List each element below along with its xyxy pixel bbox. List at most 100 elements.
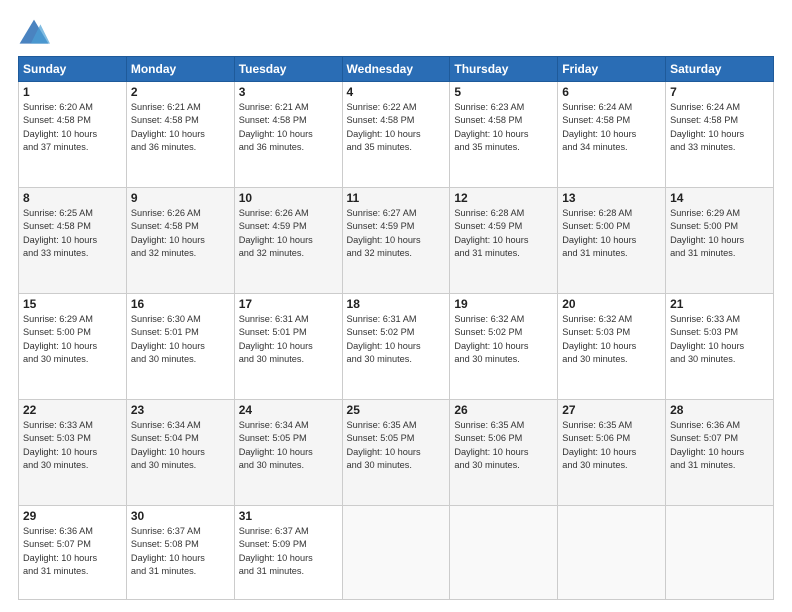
day-info: Sunrise: 6:26 AM Sunset: 4:59 PM Dayligh… bbox=[239, 207, 338, 260]
calendar-cell: 20 Sunrise: 6:32 AM Sunset: 5:03 PM Dayli… bbox=[558, 294, 666, 400]
day-number: 12 bbox=[454, 191, 553, 205]
day-info: Sunrise: 6:24 AM Sunset: 4:58 PM Dayligh… bbox=[562, 101, 661, 154]
calendar-cell: 11 Sunrise: 6:27 AM Sunset: 4:59 PM Dayli… bbox=[342, 188, 450, 294]
header bbox=[18, 18, 774, 46]
day-info: Sunrise: 6:32 AM Sunset: 5:02 PM Dayligh… bbox=[454, 313, 553, 366]
day-number: 19 bbox=[454, 297, 553, 311]
calendar-cell: 31 Sunrise: 6:37 AM Sunset: 5:09 PM Dayli… bbox=[234, 506, 342, 600]
day-number: 17 bbox=[239, 297, 338, 311]
day-number: 4 bbox=[347, 85, 446, 99]
calendar-cell: 4 Sunrise: 6:22 AM Sunset: 4:58 PM Daylig… bbox=[342, 82, 450, 188]
day-info: Sunrise: 6:32 AM Sunset: 5:03 PM Dayligh… bbox=[562, 313, 661, 366]
day-info: Sunrise: 6:34 AM Sunset: 5:04 PM Dayligh… bbox=[131, 419, 230, 472]
day-info: Sunrise: 6:28 AM Sunset: 4:59 PM Dayligh… bbox=[454, 207, 553, 260]
calendar-cell: 8Sunrise: 6:25 AM Sunset: 4:58 PM Daylig… bbox=[19, 188, 127, 294]
calendar-cell: 10Sunrise: 6:26 AM Sunset: 4:59 PM Dayli… bbox=[234, 188, 342, 294]
day-of-week-header: Friday bbox=[558, 57, 666, 82]
calendar-cell: 19 Sunrise: 6:32 AM Sunset: 5:02 PM Dayli… bbox=[450, 294, 558, 400]
day-info: Sunrise: 6:31 AM Sunset: 5:01 PM Dayligh… bbox=[239, 313, 338, 366]
calendar-cell: 15 Sunrise: 6:29 AM Sunset: 5:00 PM Dayli… bbox=[19, 294, 127, 400]
day-number: 9 bbox=[131, 191, 230, 205]
day-number: 28 bbox=[670, 403, 769, 417]
calendar-cell bbox=[342, 506, 450, 600]
day-number: 25 bbox=[347, 403, 446, 417]
day-number: 27 bbox=[562, 403, 661, 417]
day-info: Sunrise: 6:21 AM Sunset: 4:58 PM Dayligh… bbox=[239, 101, 338, 154]
calendar-cell: 24 Sunrise: 6:34 AM Sunset: 5:05 PM Dayli… bbox=[234, 400, 342, 506]
calendar-cell: 7 Sunrise: 6:24 AM Sunset: 4:58 PM Daylig… bbox=[666, 82, 774, 188]
day-of-week-header: Sunday bbox=[19, 57, 127, 82]
day-info: Sunrise: 6:20 AM Sunset: 4:58 PM Dayligh… bbox=[23, 101, 122, 154]
calendar-cell: 2 Sunrise: 6:21 AM Sunset: 4:58 PM Daylig… bbox=[126, 82, 234, 188]
day-number: 24 bbox=[239, 403, 338, 417]
day-info: Sunrise: 6:22 AM Sunset: 4:58 PM Dayligh… bbox=[347, 101, 446, 154]
day-info: Sunrise: 6:37 AM Sunset: 5:08 PM Dayligh… bbox=[131, 525, 230, 578]
calendar-cell: 6 Sunrise: 6:24 AM Sunset: 4:58 PM Daylig… bbox=[558, 82, 666, 188]
calendar-table: SundayMondayTuesdayWednesdayThursdayFrid… bbox=[18, 56, 774, 600]
day-info: Sunrise: 6:37 AM Sunset: 5:09 PM Dayligh… bbox=[239, 525, 338, 578]
calendar-cell: 3 Sunrise: 6:21 AM Sunset: 4:58 PM Daylig… bbox=[234, 82, 342, 188]
day-info: Sunrise: 6:21 AM Sunset: 4:58 PM Dayligh… bbox=[131, 101, 230, 154]
calendar-cell: 18 Sunrise: 6:31 AM Sunset: 5:02 PM Dayli… bbox=[342, 294, 450, 400]
day-number: 29 bbox=[23, 509, 122, 523]
calendar-cell: 12 Sunrise: 6:28 AM Sunset: 4:59 PM Dayli… bbox=[450, 188, 558, 294]
day-info: Sunrise: 6:28 AM Sunset: 5:00 PM Dayligh… bbox=[562, 207, 661, 260]
calendar-cell: 22 Sunrise: 6:33 AM Sunset: 5:03 PM Dayli… bbox=[19, 400, 127, 506]
calendar-cell: 21 Sunrise: 6:33 AM Sunset: 5:03 PM Dayli… bbox=[666, 294, 774, 400]
calendar-cell: 25 Sunrise: 6:35 AM Sunset: 5:05 PM Dayli… bbox=[342, 400, 450, 506]
calendar-cell: 16 Sunrise: 6:30 AM Sunset: 5:01 PM Dayli… bbox=[126, 294, 234, 400]
logo bbox=[18, 18, 52, 46]
day-info: Sunrise: 6:33 AM Sunset: 5:03 PM Dayligh… bbox=[23, 419, 122, 472]
day-info: Sunrise: 6:27 AM Sunset: 4:59 PM Dayligh… bbox=[347, 207, 446, 260]
day-number: 31 bbox=[239, 509, 338, 523]
calendar-cell: 27 Sunrise: 6:35 AM Sunset: 5:06 PM Dayli… bbox=[558, 400, 666, 506]
day-of-week-header: Monday bbox=[126, 57, 234, 82]
day-info: Sunrise: 6:35 AM Sunset: 5:05 PM Dayligh… bbox=[347, 419, 446, 472]
day-number: 6 bbox=[562, 85, 661, 99]
calendar-cell: 13 Sunrise: 6:28 AM Sunset: 5:00 PM Dayli… bbox=[558, 188, 666, 294]
day-number: 30 bbox=[131, 509, 230, 523]
day-number: 20 bbox=[562, 297, 661, 311]
day-number: 16 bbox=[131, 297, 230, 311]
calendar-cell: 17 Sunrise: 6:31 AM Sunset: 5:01 PM Dayli… bbox=[234, 294, 342, 400]
day-number: 23 bbox=[131, 403, 230, 417]
day-number: 7 bbox=[670, 85, 769, 99]
day-info: Sunrise: 6:26 AM Sunset: 4:58 PM Dayligh… bbox=[131, 207, 230, 260]
calendar-cell bbox=[558, 506, 666, 600]
day-info: Sunrise: 6:34 AM Sunset: 5:05 PM Dayligh… bbox=[239, 419, 338, 472]
day-info: Sunrise: 6:36 AM Sunset: 5:07 PM Dayligh… bbox=[23, 525, 122, 578]
calendar-cell: 5 Sunrise: 6:23 AM Sunset: 4:58 PM Daylig… bbox=[450, 82, 558, 188]
day-info: Sunrise: 6:33 AM Sunset: 5:03 PM Dayligh… bbox=[670, 313, 769, 366]
day-number: 11 bbox=[347, 191, 446, 205]
day-number: 13 bbox=[562, 191, 661, 205]
day-info: Sunrise: 6:24 AM Sunset: 4:58 PM Dayligh… bbox=[670, 101, 769, 154]
logo-icon bbox=[18, 18, 50, 46]
day-number: 18 bbox=[347, 297, 446, 311]
day-info: Sunrise: 6:23 AM Sunset: 4:58 PM Dayligh… bbox=[454, 101, 553, 154]
day-number: 1 bbox=[23, 85, 122, 99]
day-number: 26 bbox=[454, 403, 553, 417]
day-of-week-header: Saturday bbox=[666, 57, 774, 82]
calendar-cell: 1 Sunrise: 6:20 AM Sunset: 4:58 PM Daylig… bbox=[19, 82, 127, 188]
day-number: 5 bbox=[454, 85, 553, 99]
day-info: Sunrise: 6:30 AM Sunset: 5:01 PM Dayligh… bbox=[131, 313, 230, 366]
day-of-week-header: Thursday bbox=[450, 57, 558, 82]
day-info: Sunrise: 6:29 AM Sunset: 5:00 PM Dayligh… bbox=[23, 313, 122, 366]
day-info: Sunrise: 6:36 AM Sunset: 5:07 PM Dayligh… bbox=[670, 419, 769, 472]
day-number: 14 bbox=[670, 191, 769, 205]
day-number: 15 bbox=[23, 297, 122, 311]
calendar-cell bbox=[450, 506, 558, 600]
day-number: 22 bbox=[23, 403, 122, 417]
day-info: Sunrise: 6:31 AM Sunset: 5:02 PM Dayligh… bbox=[347, 313, 446, 366]
calendar-cell: 23 Sunrise: 6:34 AM Sunset: 5:04 PM Dayli… bbox=[126, 400, 234, 506]
day-number: 8 bbox=[23, 191, 122, 205]
calendar-header-row: SundayMondayTuesdayWednesdayThursdayFrid… bbox=[19, 57, 774, 82]
page: SundayMondayTuesdayWednesdayThursdayFrid… bbox=[0, 0, 792, 612]
day-of-week-header: Tuesday bbox=[234, 57, 342, 82]
calendar-cell: 9 Sunrise: 6:26 AM Sunset: 4:58 PM Daylig… bbox=[126, 188, 234, 294]
day-number: 2 bbox=[131, 85, 230, 99]
day-of-week-header: Wednesday bbox=[342, 57, 450, 82]
day-number: 3 bbox=[239, 85, 338, 99]
day-info: Sunrise: 6:35 AM Sunset: 5:06 PM Dayligh… bbox=[562, 419, 661, 472]
day-number: 21 bbox=[670, 297, 769, 311]
